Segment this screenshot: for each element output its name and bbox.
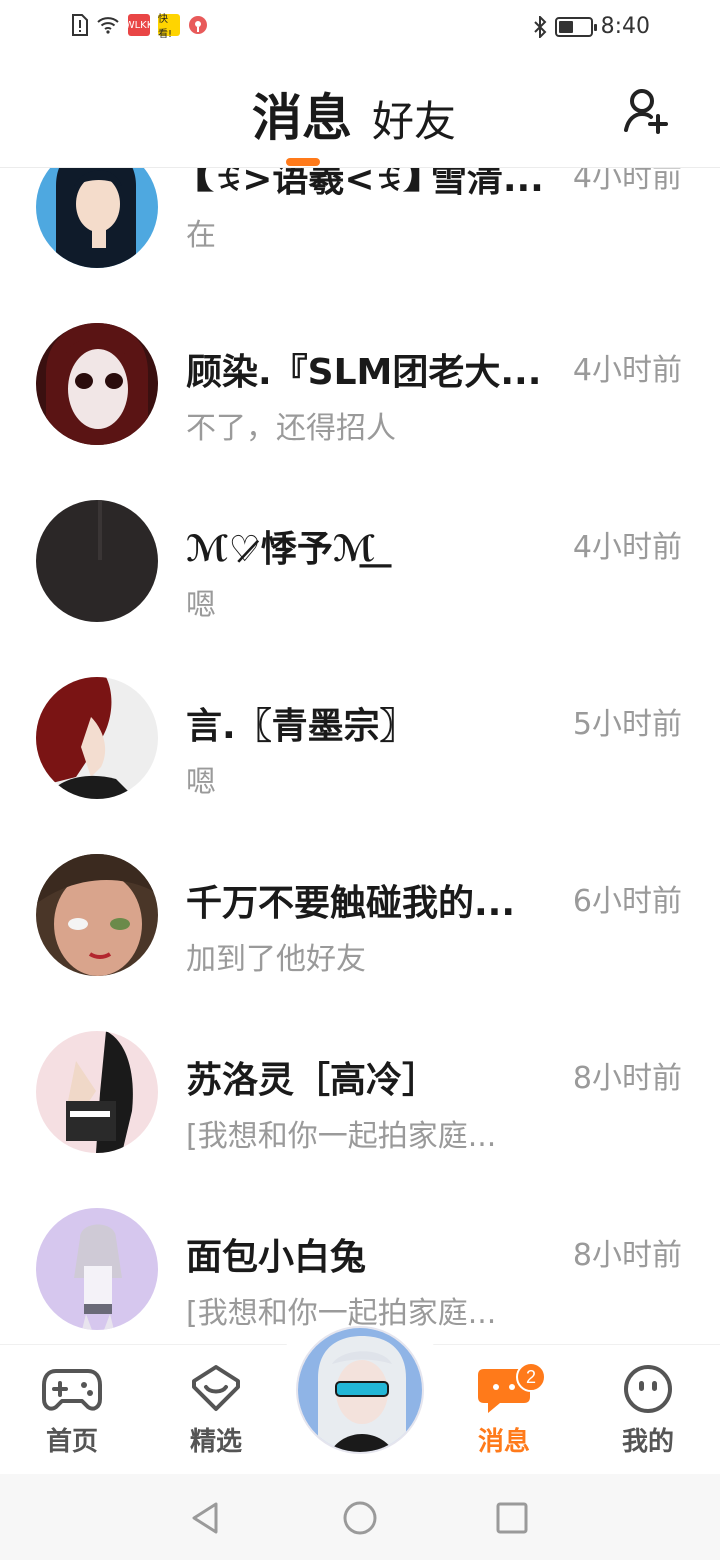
active-tab-indicator — [286, 158, 320, 166]
avatar — [36, 854, 158, 976]
conversation-preview: 嗯 — [186, 588, 216, 623]
conversation-time: 8小时前 — [572, 1061, 682, 1096]
nav-me[interactable]: 我的 — [598, 1363, 698, 1458]
center-avatar-button[interactable] — [296, 1326, 424, 1454]
header: 消息 好友 — [0, 56, 720, 168]
conversation-name: 【ꉂ>语羲<ꉂ】雪清... — [186, 168, 544, 200]
conversation-time: 8小时前 — [572, 1238, 682, 1273]
status-bar: WLKK 快看! 8:40 — [0, 0, 720, 56]
avatar — [36, 323, 158, 445]
system-navigation-bar — [0, 1474, 720, 1560]
avatar — [36, 500, 158, 622]
conversation-row[interactable]: 【ꉂ>语羲<ꉂ】雪清... 在 4小时前 — [0, 168, 720, 323]
conversation-name: 顾染.『SLM团老大... — [186, 352, 542, 393]
avatar — [36, 677, 158, 799]
conversation-name: 千万不要触碰我的... — [186, 883, 516, 924]
conversation-name: 苏洛灵［高冷］ — [186, 1060, 439, 1101]
status-icons-left: WLKK 快看! — [70, 14, 208, 40]
home-circle-icon[interactable] — [340, 1498, 380, 1538]
conversation-time: 5小时前 — [572, 707, 682, 742]
tab-messages[interactable]: 消息 — [252, 78, 352, 150]
conversation-preview: 在 — [186, 218, 216, 253]
battery-icon — [554, 16, 597, 37]
avatar — [36, 168, 158, 268]
status-icons-right: 8:40 — [533, 14, 650, 39]
conversation-row[interactable]: 顾染.『SLM团老大... 不了，还得招人 4小时前 — [0, 323, 720, 500]
conversation-time: 4小时前 — [572, 168, 682, 195]
app-notification-icon: WLKK — [125, 14, 153, 36]
add-friend-icon[interactable] — [622, 86, 674, 138]
conversation-name: 言.〖青墨宗〗 — [186, 706, 416, 747]
face-icon — [624, 1365, 672, 1413]
avatar — [36, 1031, 158, 1153]
nav-featured[interactable]: 精选 — [166, 1363, 266, 1458]
bluetooth-icon — [533, 15, 547, 38]
back-triangle-icon[interactable] — [186, 1498, 226, 1538]
conversation-preview: [我想和你一起拍家庭... — [186, 1119, 497, 1154]
recents-square-icon[interactable] — [492, 1498, 532, 1538]
conversation-name: 面包小白兔 — [186, 1237, 367, 1278]
nav-featured-label: 精选 — [189, 1427, 242, 1457]
conversation-time: 6小时前 — [572, 884, 682, 919]
conversation-row[interactable]: ℳ♡̷悸予ℳ͟ 嗯 4小时前 — [0, 500, 720, 677]
nav-home-label: 首页 — [45, 1427, 98, 1457]
conversation-time: 4小时前 — [572, 353, 682, 388]
conversation-row[interactable]: 苏洛灵［高冷］ [我想和你一起拍家庭... 8小时前 — [0, 1031, 720, 1208]
heart-box-icon — [192, 1365, 240, 1411]
conversation-preview: 嗯 — [186, 765, 216, 800]
clock: 8:40 — [600, 14, 650, 39]
gamepad-icon — [42, 1369, 102, 1411]
podcast-notification-icon — [189, 16, 207, 34]
nav-messages-label: 消息 — [477, 1427, 530, 1457]
conversation-row[interactable]: 面包小白兔 [我想和你一起拍家庭... 8小时前 — [0, 1208, 720, 1344]
conversation-preview: 加到了他好友 — [186, 942, 366, 977]
sim-alert-icon — [72, 14, 88, 36]
messages-unread-badge: 2 — [516, 1362, 546, 1392]
tab-friends[interactable]: 好友 — [372, 88, 456, 149]
nav-home[interactable]: 首页 — [22, 1363, 122, 1458]
conversation-time: 4小时前 — [572, 530, 682, 565]
avatar — [36, 1208, 158, 1330]
conversation-preview: 不了，还得招人 — [186, 411, 396, 446]
kuaikan-notification-icon: 快看! — [158, 14, 180, 40]
conversation-list: 【ꉂ>语羲<ꉂ】雪清... 在 4小时前 顾染.『SLM团老大... 不了，还得… — [0, 168, 720, 1344]
nav-me-label: 我的 — [621, 1427, 674, 1457]
conversation-row[interactable]: 千万不要触碰我的... 加到了他好友 6小时前 — [0, 854, 720, 1031]
conversation-name: ℳ♡̷悸予ℳ͟ — [186, 529, 376, 570]
wifi-icon — [97, 17, 119, 34]
conversation-row[interactable]: 言.〖青墨宗〗 嗯 5小时前 — [0, 677, 720, 854]
